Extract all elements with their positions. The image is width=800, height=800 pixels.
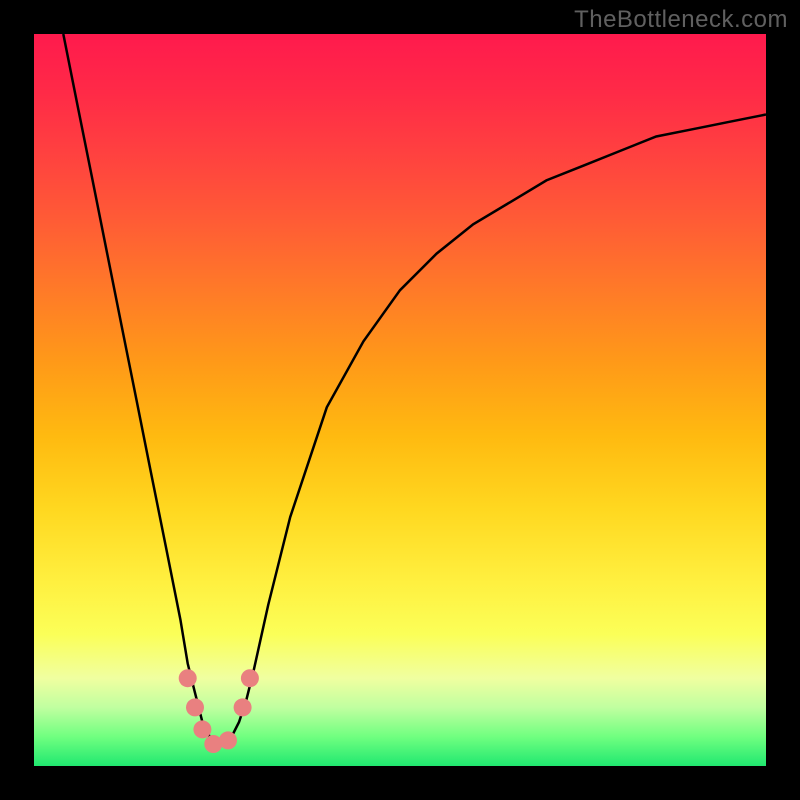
- plot-area: [34, 34, 766, 766]
- curve-marker: [193, 720, 211, 738]
- curve-marker: [241, 669, 259, 687]
- curve-markers: [179, 669, 259, 753]
- curve-marker: [219, 731, 237, 749]
- watermark-text: TheBottleneck.com: [574, 6, 788, 34]
- curve-layer: [34, 34, 766, 766]
- curve-marker: [179, 669, 197, 687]
- curve-marker: [186, 698, 204, 716]
- bottleneck-curve: [63, 34, 766, 744]
- chart-frame: TheBottleneck.com: [0, 0, 800, 800]
- curve-marker: [234, 698, 252, 716]
